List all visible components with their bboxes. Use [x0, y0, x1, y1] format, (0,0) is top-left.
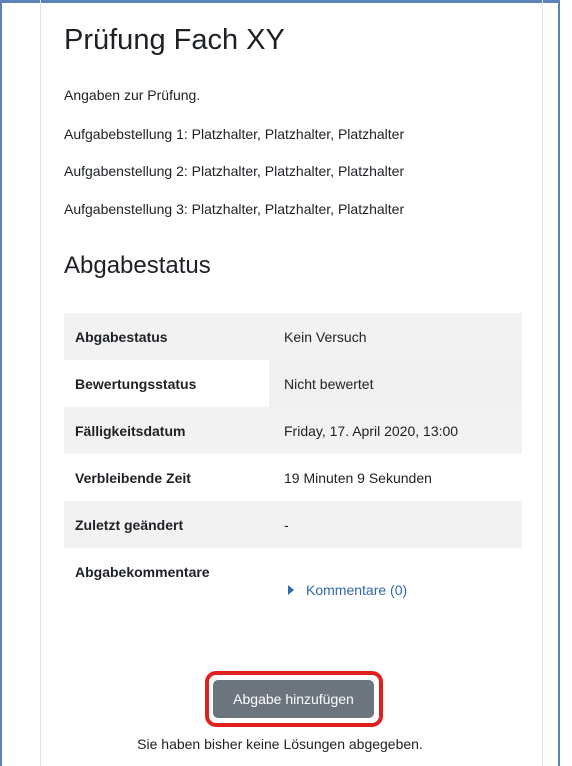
content-border-left [40, 0, 41, 766]
status-row-abgabestatus: Abgabestatus Kein Versuch [64, 313, 522, 360]
status-row-label: Bewertungsstatus [75, 375, 197, 392]
status-row-label: Abgabestatus [75, 328, 168, 345]
content-border-right [542, 0, 543, 766]
page-title: Prüfung Fach XY [64, 24, 285, 56]
window-frame-top [0, 0, 560, 3]
status-row-bewertungsstatus: Bewertungsstatus Nicht bewertet [64, 360, 522, 407]
status-row-label: Verbleibende Zeit [75, 469, 191, 486]
status-row-zuletzt-geaendert: Zuletzt geändert - [64, 501, 522, 548]
submission-status-heading: Abgabestatus [64, 252, 211, 279]
add-submission-button[interactable]: Abgabe hinzufügen [213, 680, 374, 718]
status-row-value: Kein Versuch [284, 328, 367, 345]
status-row-faelligkeitsdatum: Fälligkeitsdatum Friday, 17. April 2020,… [64, 407, 522, 454]
task-2-text: Aufgabenstellung 2: Platzhalter, Platzha… [64, 163, 405, 179]
status-row-abgabekommentare: Abgabekommentare Kommentare (0) [64, 548, 522, 633]
status-row-value: 19 Minuten 9 Sekunden [284, 469, 432, 486]
status-row-label: Zuletzt geändert [75, 516, 184, 533]
comments-toggle-link[interactable]: Kommentare (0) [284, 582, 407, 598]
status-row-value: Kommentare (0) [269, 548, 522, 598]
status-row-value: Friday, 17. April 2020, 13:00 [284, 422, 459, 439]
status-row-value: Nicht bewertet [269, 360, 522, 407]
status-row-label: Abgabekommentare [75, 564, 210, 580]
task-3-text: Aufgabenstellung 3: Platzhalter, Platzha… [64, 201, 405, 217]
no-submission-hint: Sie haben bisher keine Lösungen abgegebe… [137, 736, 423, 752]
window-frame-left [0, 0, 2, 766]
comments-link-label: Kommentare (0) [306, 582, 408, 598]
intro-text: Angaben zur Prüfung. [64, 87, 201, 103]
status-row-label: Fälligkeitsdatum [75, 422, 186, 439]
window-frame-right [558, 0, 560, 766]
status-row-value: - [284, 516, 289, 533]
status-row-verbleibende-zeit: Verbleibende Zeit 19 Minuten 9 Sekunden [64, 454, 522, 501]
submission-status-table: Abgabestatus Kein Versuch Bewertungsstat… [64, 313, 522, 633]
expand-triangle-icon [288, 585, 294, 595]
task-1-text: Aufgabebstellung 1: Platzhalter, Platzha… [64, 126, 405, 142]
